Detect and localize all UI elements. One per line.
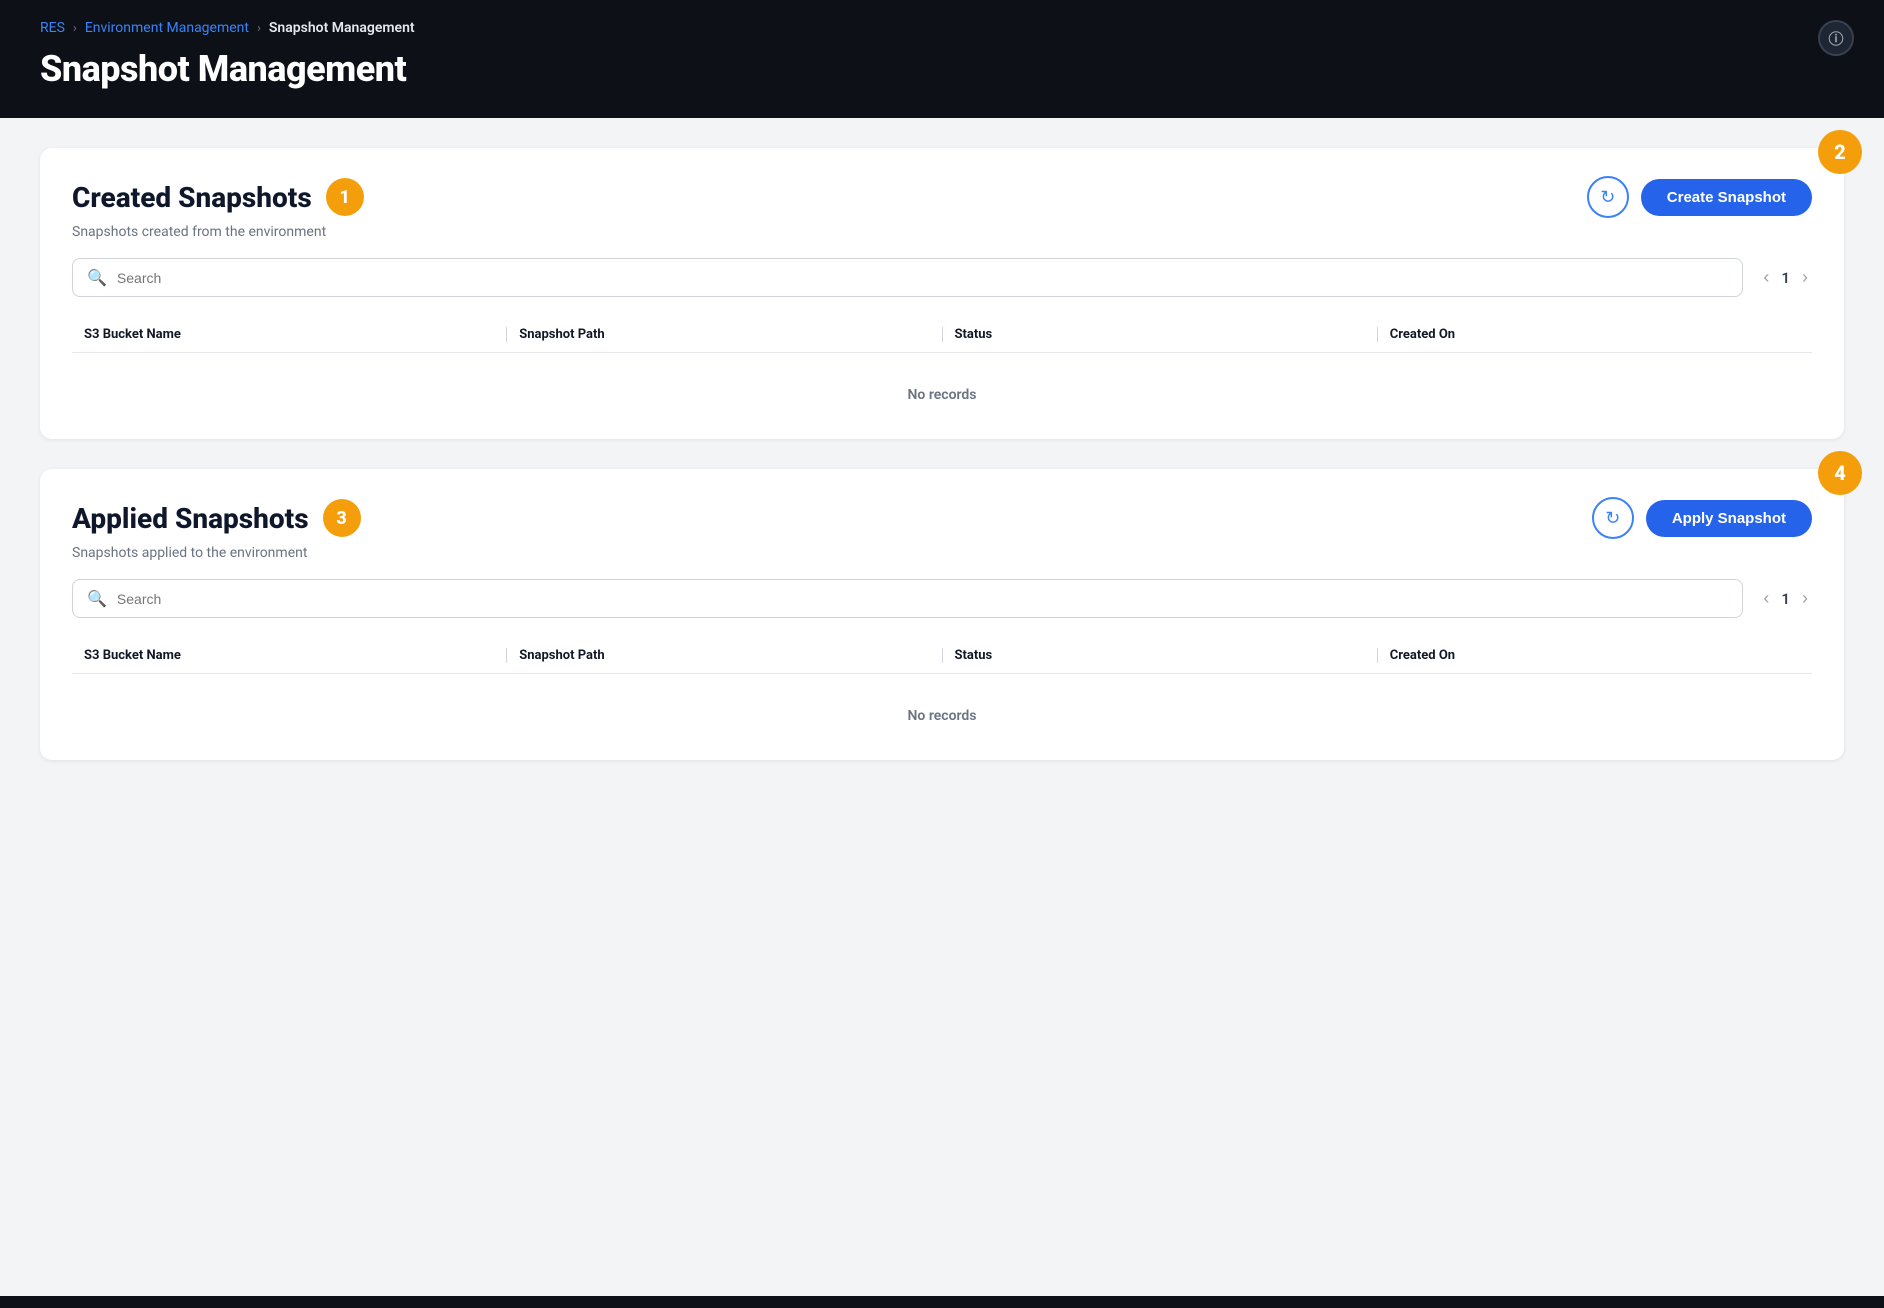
info-icon: ⓘ xyxy=(1828,28,1843,49)
breadcrumb-sep-1: › xyxy=(73,21,77,36)
page-title: Snapshot Management xyxy=(40,48,1844,90)
created-col-path: Snapshot Path xyxy=(507,327,941,342)
created-snapshots-header: Created Snapshots 1 ↻ Create Snapshot xyxy=(72,176,1812,218)
created-col-status: Status xyxy=(943,327,1377,342)
applied-snapshots-title: Applied Snapshots xyxy=(72,502,309,535)
breadcrumb: RES › Environment Management › Snapshot … xyxy=(40,20,1844,36)
applied-search-icon: 🔍 xyxy=(87,589,107,608)
applied-no-records: No records xyxy=(72,690,1812,732)
created-search-input[interactable] xyxy=(117,270,1729,286)
applied-search-input[interactable] xyxy=(117,591,1729,607)
applied-prev-page-button[interactable]: ‹ xyxy=(1759,586,1773,611)
created-search-box: 🔍 xyxy=(72,258,1743,297)
created-prev-page-button[interactable]: ‹ xyxy=(1759,265,1773,290)
corner-badge-4: 4 xyxy=(1818,451,1862,495)
created-snapshots-refresh-button[interactable]: ↻ xyxy=(1587,176,1629,218)
created-search-icon: 🔍 xyxy=(87,268,107,287)
apply-snapshot-button[interactable]: Apply Snapshot xyxy=(1646,500,1812,537)
created-search-row: 🔍 ‹ 1 › xyxy=(72,258,1812,297)
refresh-icon: ↻ xyxy=(1600,187,1615,208)
applied-snapshots-card: 4 Applied Snapshots 3 ↻ Apply Snapshot S… xyxy=(40,469,1844,760)
applied-table-header: S3 Bucket Name Snapshot Path Status Crea… xyxy=(72,638,1812,674)
applied-snapshots-refresh-button[interactable]: ↻ xyxy=(1592,497,1634,539)
applied-snapshots-badge: 3 xyxy=(323,499,361,537)
created-snapshots-subtitle: Snapshots created from the environment xyxy=(72,224,1812,240)
applied-snapshots-actions: ↻ Apply Snapshot xyxy=(1592,497,1812,539)
applied-page-number: 1 xyxy=(1781,590,1790,608)
created-snapshots-badge: 1 xyxy=(326,178,364,216)
applied-col-created: Created On xyxy=(1378,648,1812,663)
breadcrumb-sep-2: › xyxy=(257,21,261,36)
created-title-group: Created Snapshots 1 xyxy=(72,178,364,216)
applied-col-s3: S3 Bucket Name xyxy=(72,648,506,663)
created-snapshots-title: Created Snapshots xyxy=(72,181,312,214)
applied-title-group: Applied Snapshots 3 xyxy=(72,499,361,537)
created-snapshots-card: 2 Created Snapshots 1 ↻ Create Snapshot … xyxy=(40,148,1844,439)
main-content: 2 Created Snapshots 1 ↻ Create Snapshot … xyxy=(0,118,1884,1296)
created-pagination: ‹ 1 › xyxy=(1759,265,1812,290)
created-col-created: Created On xyxy=(1378,327,1812,342)
applied-col-status: Status xyxy=(943,648,1377,663)
created-no-records: No records xyxy=(72,369,1812,411)
applied-search-box: 🔍 xyxy=(72,579,1743,618)
create-snapshot-button[interactable]: Create Snapshot xyxy=(1641,179,1812,216)
applied-snapshots-header: Applied Snapshots 3 ↻ Apply Snapshot xyxy=(72,497,1812,539)
refresh-icon-2: ↻ xyxy=(1605,508,1620,529)
info-icon-button[interactable]: ⓘ xyxy=(1818,20,1854,56)
created-table-header: S3 Bucket Name Snapshot Path Status Crea… xyxy=(72,317,1812,353)
corner-badge-2: 2 xyxy=(1818,130,1862,174)
breadcrumb-current: Snapshot Management xyxy=(269,20,415,36)
applied-pagination: ‹ 1 › xyxy=(1759,586,1812,611)
created-page-number: 1 xyxy=(1781,269,1790,287)
breadcrumb-env-mgmt[interactable]: Environment Management xyxy=(85,20,249,36)
created-col-s3: S3 Bucket Name xyxy=(72,327,506,342)
breadcrumb-res[interactable]: RES xyxy=(40,20,65,36)
header: RES › Environment Management › Snapshot … xyxy=(0,0,1884,118)
applied-search-row: 🔍 ‹ 1 › xyxy=(72,579,1812,618)
applied-next-page-button[interactable]: › xyxy=(1798,586,1812,611)
created-next-page-button[interactable]: › xyxy=(1798,265,1812,290)
created-snapshots-actions: ↻ Create Snapshot xyxy=(1587,176,1812,218)
applied-snapshots-subtitle: Snapshots applied to the environment xyxy=(72,545,1812,561)
applied-col-path: Snapshot Path xyxy=(507,648,941,663)
